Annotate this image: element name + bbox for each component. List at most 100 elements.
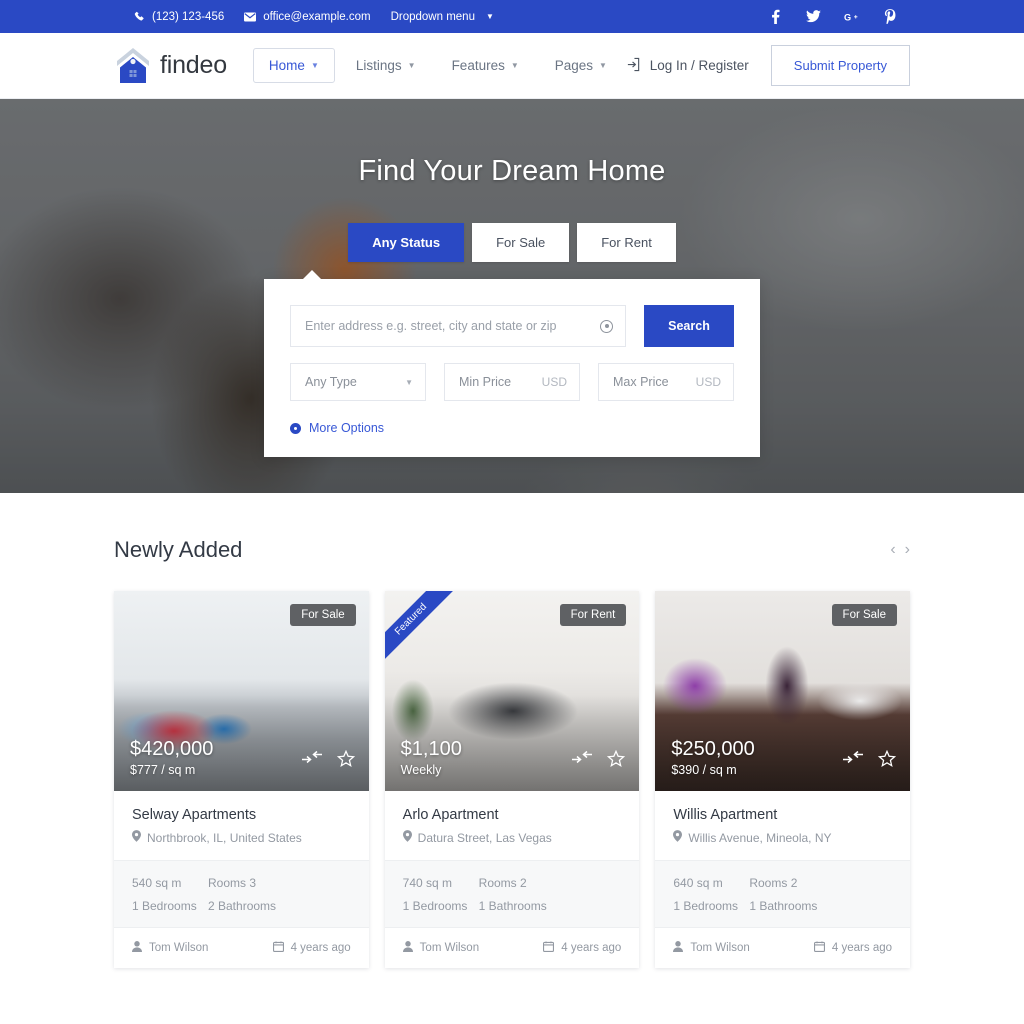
spec-bedrooms: 1 Bedrooms [673,899,739,913]
chevron-down-icon: ▼ [599,61,607,70]
logo[interactable]: findeo [114,46,227,86]
social-links: G [768,9,897,24]
nav-item-features[interactable]: Features ▼ [437,49,534,82]
twitter-icon[interactable] [806,9,821,24]
card-actions [301,749,355,773]
property-title[interactable]: Willis Apartment [673,807,892,823]
property-title[interactable]: Arlo Apartment [403,807,622,823]
property-price-unit: Weekly [400,763,442,777]
compare-icon[interactable] [301,750,323,773]
house-logo-icon [114,46,152,86]
compare-icon[interactable] [842,750,864,773]
property-card[interactable]: For Sale $250,000 $390 / sq m Willis Apa… [655,591,911,968]
favorite-star-icon[interactable] [336,749,355,773]
property-card[interactable]: For Sale $420,000 $777 / sq m Selway Apa… [114,591,369,968]
property-author[interactable]: Tom Wilson [132,941,208,955]
header-actions: Log In / Register Submit Property [626,45,910,86]
submit-property-button[interactable]: Submit Property [770,45,910,86]
status-tab-any[interactable]: Any Status [348,223,465,262]
property-image[interactable]: For Sale $250,000 $390 / sq m [655,591,911,791]
card-body: Willis Apartment Willis Avenue, Mineola,… [655,791,910,860]
min-price-field[interactable]: Min Price USD [444,363,580,401]
section-title: Newly Added [114,537,243,562]
hero-section: Find Your Dream Home Any Status For Sale… [0,99,1024,493]
max-price-field[interactable]: Max Price USD [598,363,734,401]
status-tabs: Any Status For Sale For Rent [0,223,1024,262]
nav-label-listings: Listings [355,58,402,73]
main-nav: Home ▼ Listings ▼ Features ▼ Pages ▼ [252,48,622,83]
card-body: Arlo Apartment Datura Street, Las Vegas [385,791,640,860]
card-actions [842,749,897,773]
spec-area: 640 sq m [673,876,723,890]
property-price: $250,000 [671,738,755,760]
property-card-list: For Sale $420,000 $777 / sq m Selway Apa… [114,591,911,968]
price-block: $1,100 Weekly [401,738,462,777]
status-tab-for-rent[interactable]: For Rent [577,223,676,262]
property-type-value: Any Type [305,375,357,389]
compare-icon[interactable] [571,750,593,773]
property-title[interactable]: Selway Apartments [132,807,351,823]
facebook-icon[interactable] [768,9,783,24]
carousel-prev-icon[interactable]: ‹ [890,541,895,559]
max-price-placeholder: Max Price [613,375,669,389]
card-footer: Tom Wilson 4 years ago [655,928,910,968]
geolocation-icon[interactable] [600,319,613,333]
card-footer: Tom Wilson 4 years ago [385,928,640,968]
map-pin-icon [132,830,141,845]
nav-item-pages[interactable]: Pages ▼ [540,49,622,82]
site-header: findeo Home ▼ Listings ▼ Features ▼ Page… [0,33,1024,99]
property-image[interactable]: Featured For Rent $1,100 Weekly [384,591,640,791]
property-specs: 740 sq m Rooms 2 1 Bedrooms 1 Bathrooms [384,860,640,928]
date-text: 4 years ago [831,942,893,954]
email-link[interactable]: office@example.com [244,10,371,23]
email-address: office@example.com [263,10,371,23]
property-author[interactable]: Tom Wilson [402,941,480,955]
login-label: Log In / Register [649,58,749,73]
carousel-next-icon[interactable]: › [905,541,910,559]
card-actions [571,749,626,773]
top-bar: (123) 123-456 office@example.com Dropdow… [0,0,1024,33]
address-field-wrapper [290,305,626,347]
property-date: 4 years ago [543,941,621,955]
search-panel: Search Any Type ▼ Min Price USD Max Pric… [264,270,760,457]
google-plus-icon[interactable]: G [844,9,859,24]
favorite-star-icon[interactable] [877,749,897,773]
phone-link[interactable]: (123) 123-456 [134,11,224,23]
property-date: 4 years ago [272,941,351,955]
property-price: $1,100 [400,738,462,760]
property-image[interactable]: For Sale $420,000 $777 / sq m [114,591,369,791]
property-address: Northbrook, IL, United States [132,830,351,845]
phone-number: (123) 123-456 [152,10,225,23]
property-address-text: Datura Street, Las Vegas [417,830,552,845]
favorite-star-icon[interactable] [607,749,626,773]
nav-label-pages: Pages [554,58,594,73]
topbar-dropdown-menu[interactable]: Dropdown menu ▼ [391,11,494,23]
author-name: Tom Wilson [690,942,750,954]
status-tab-for-sale[interactable]: For Sale [472,223,570,262]
property-author[interactable]: Tom Wilson [673,941,750,955]
nav-item-listings[interactable]: Listings ▼ [341,49,431,82]
address-input[interactable] [305,319,600,333]
spec-rooms: Rooms 2 [749,876,798,890]
spec-rooms: Rooms 3 [208,876,257,890]
pinterest-icon[interactable] [882,9,897,24]
dropdown-label: Dropdown menu [390,10,475,23]
property-address: Willis Avenue, Mineola, NY [673,830,892,845]
login-register-link[interactable]: Log In / Register [626,57,749,75]
status-badge: For Rent [559,604,627,626]
chevron-down-icon: ▼ [407,61,416,70]
more-options-toggle[interactable]: More Options [290,421,734,435]
nav-item-home[interactable]: Home ▼ [252,48,335,83]
search-button[interactable]: Search [644,305,734,347]
author-name: Tom Wilson [419,942,480,954]
login-icon [626,57,641,75]
property-card[interactable]: Featured For Rent $1,100 Weekly Arlo Apa… [384,591,640,968]
property-type-select[interactable]: Any Type ▼ [290,363,426,401]
phone-icon [134,11,145,22]
property-date: 4 years ago [813,941,893,955]
property-address: Datura Street, Las Vegas [402,830,622,845]
nav-label-features: Features [451,58,505,73]
map-pin-icon [673,830,683,845]
spec-area: 740 sq m [402,876,453,890]
property-specs: 540 sq m Rooms 3 1 Bedrooms 2 Bathrooms [114,860,369,928]
